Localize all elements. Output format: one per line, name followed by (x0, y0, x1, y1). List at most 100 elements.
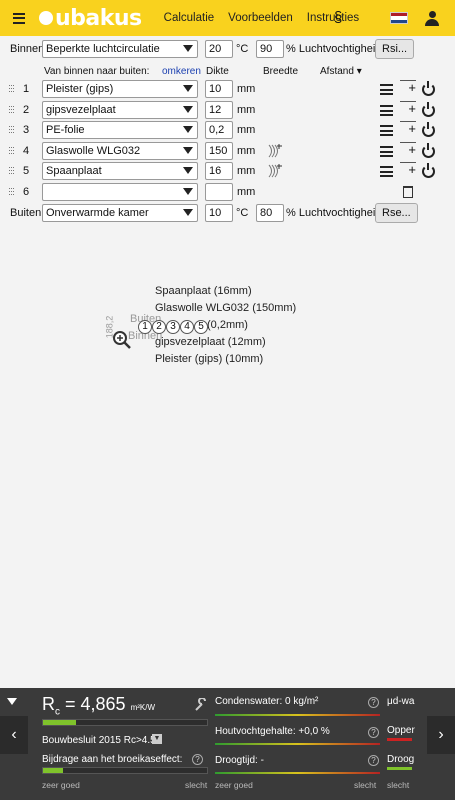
waves-icon[interactable] (266, 143, 282, 159)
inside-humidity-input[interactable]: 90 (256, 40, 284, 58)
layer-thickness-input[interactable]: 10 (205, 80, 233, 98)
layer-menu-icon[interactable] (380, 125, 393, 136)
layer-menu-icon[interactable] (380, 146, 393, 157)
rse-button[interactable]: Rse... (375, 203, 418, 223)
outside-humidity-input[interactable]: 80 (256, 204, 284, 222)
layer-material-select[interactable]: gipsvezelplaat (42, 101, 198, 119)
thickness-unit: mm (237, 165, 256, 177)
nav-voorbeelden[interactable]: Voorbeelden (228, 12, 293, 24)
drag-handle-icon[interactable] (9, 147, 14, 156)
scale-bad: slecht (354, 780, 377, 790)
hamburger-menu-icon[interactable] (13, 12, 25, 24)
outside-temp-input[interactable]: 10 (205, 204, 233, 222)
thickness-unit: mm (237, 104, 256, 116)
add-layer-icon[interactable]: + (400, 121, 416, 135)
regulation-dropdown-icon[interactable]: ▼ (152, 734, 162, 744)
distance-dropdown[interactable]: Afstand ▾ (320, 66, 362, 77)
rc-progress-bar (42, 719, 208, 726)
layer-circle[interactable]: 4 (180, 320, 194, 334)
power-icon[interactable] (422, 102, 435, 117)
main-nav: Calculatie Voorbeelden Instructies (164, 12, 360, 24)
inside-conditions-row: Binnen: Beperkte luchtcirculatie 20 °C 9… (0, 39, 455, 60)
drag-handle-icon[interactable] (9, 167, 14, 176)
help-icon[interactable]: ? (368, 697, 379, 708)
layer-circle[interactable]: 1 (138, 320, 152, 334)
outside-label: Buiten: (10, 207, 45, 219)
dry-indicator (387, 767, 412, 770)
layer-thickness-input[interactable]: 150 (205, 142, 233, 160)
thickness-header: Dikte (206, 66, 229, 77)
outside-humidity-label: % Luchtvochtigheid (286, 207, 382, 219)
help-icon[interactable]: ? (192, 754, 203, 765)
layer-material-select[interactable]: PE-folie (42, 121, 198, 139)
scale-good: zeer goed (42, 780, 80, 790)
drag-handle-icon[interactable] (9, 85, 14, 94)
trash-icon[interactable] (403, 186, 413, 198)
user-icon[interactable] (425, 11, 439, 26)
layer-number: 3 (23, 124, 30, 136)
layer-row: 6 mm (0, 183, 455, 203)
zoom-in-icon[interactable] (112, 330, 132, 350)
collapse-triangle-icon[interactable] (7, 698, 17, 705)
layer-thickness-input[interactable]: 16 (205, 162, 233, 180)
layer-material-select[interactable]: Spaanplaat (42, 162, 198, 180)
layer-circle[interactable]: 5 (194, 320, 208, 334)
thickness-unit: mm (237, 83, 256, 95)
wrench-icon[interactable] (194, 698, 208, 712)
inside-climate-select[interactable]: Beperkte luchtcirculatie (42, 40, 198, 58)
layer-row: 3 PE-folie 0,2 mm + (0, 121, 455, 141)
help-icon[interactable]: ? (368, 727, 379, 738)
layer-circle[interactable]: 3 (166, 320, 180, 334)
drag-handle-icon[interactable] (9, 188, 14, 197)
inside-temp-input[interactable]: 20 (205, 40, 233, 58)
layer-material-select[interactable]: Pleister (gips) (42, 80, 198, 98)
help-icon[interactable]: ? (368, 755, 379, 766)
layer-thickness-input[interactable]: 0,2 (205, 121, 233, 139)
mud-label: μd-wa (387, 696, 415, 707)
reverse-link[interactable]: omkeren (162, 66, 201, 77)
header-bar: ubakus Calculatie Voorbeelden Instructie… (0, 0, 455, 36)
outside-conditions-row: Buiten: Onverwarmde kamer 10 °C 80 % Luc… (0, 203, 455, 224)
drag-handle-icon[interactable] (9, 126, 14, 135)
next-arrow-button[interactable]: › (427, 716, 455, 754)
add-layer-icon[interactable]: + (400, 142, 416, 156)
power-icon[interactable] (422, 143, 435, 158)
logo[interactable]: ubakus (39, 6, 142, 31)
waves-icon[interactable] (266, 163, 282, 179)
power-icon[interactable] (422, 81, 435, 96)
power-icon[interactable] (422, 122, 435, 137)
layer-number: 1 (23, 83, 30, 95)
scale-good: zeer goed (215, 780, 253, 790)
thickness-unit: mm (237, 186, 256, 198)
add-layer-icon[interactable]: + (400, 80, 416, 94)
surface-indicator (387, 738, 412, 741)
wood-moisture-scale (215, 743, 380, 745)
drying-time-scale (215, 772, 380, 774)
legal-link[interactable]: § (334, 9, 342, 26)
layer-menu-icon[interactable] (380, 105, 393, 116)
layer-number: 2 (23, 104, 30, 116)
dutch-flag-icon[interactable] (390, 12, 408, 24)
results-panel: ‹ › Rc = 4,865 m²K/W Bouwbesluit 2015 Rc… (0, 688, 455, 800)
layer-circle[interactable]: 2 (152, 320, 166, 334)
add-layer-icon[interactable]: + (400, 101, 416, 115)
nav-calculatie[interactable]: Calculatie (164, 12, 215, 24)
layer-material-select[interactable]: Glaswolle WLG032 (42, 142, 198, 160)
prev-arrow-button[interactable]: ‹ (0, 716, 28, 754)
layer-thickness-input[interactable] (205, 183, 233, 201)
layer-material-select[interactable] (42, 183, 198, 201)
scale-bad: slecht (387, 780, 410, 790)
greenhouse-label: Bijdrage aan het broeikaseffect: (42, 754, 183, 765)
inside-temp-unit: °C (236, 43, 249, 55)
width-header: Breedte (263, 66, 299, 77)
outside-temp-unit: °C (236, 207, 249, 219)
power-icon[interactable] (422, 163, 435, 178)
layer-menu-icon[interactable] (380, 84, 393, 95)
layer-menu-icon[interactable] (380, 166, 393, 177)
drag-handle-icon[interactable] (9, 106, 14, 115)
outside-climate-select[interactable]: Onverwarmde kamer (42, 204, 198, 222)
layer-thickness-input[interactable]: 12 (205, 101, 233, 119)
nav-instructies[interactable]: Instructies (307, 12, 359, 24)
add-layer-icon[interactable]: + (400, 162, 416, 176)
rsi-button[interactable]: Rsi... (375, 39, 415, 59)
